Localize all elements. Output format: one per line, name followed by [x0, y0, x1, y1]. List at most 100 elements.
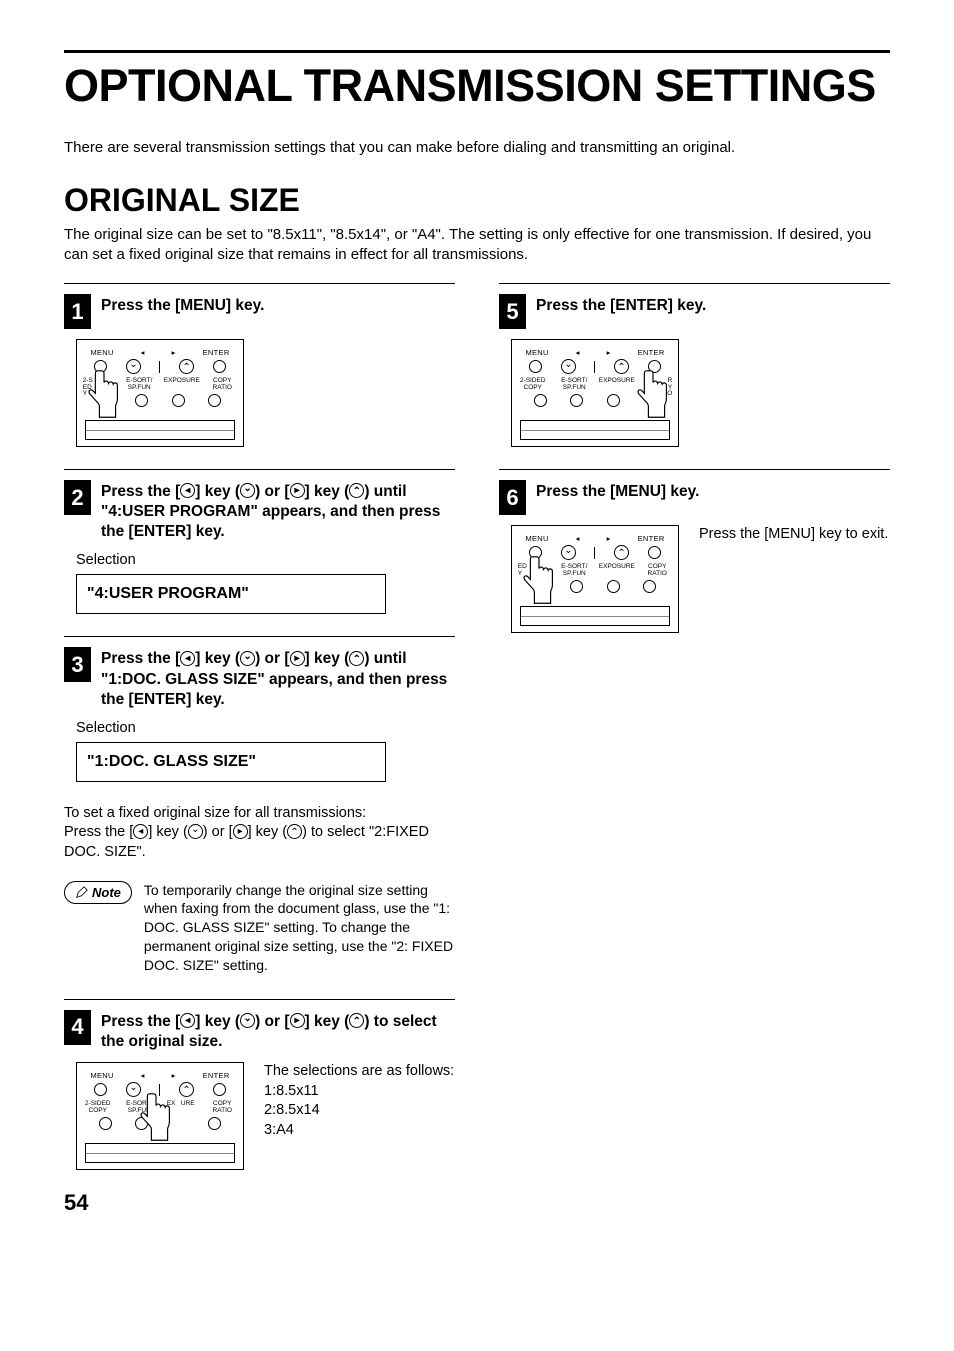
left-arrow-icon [180, 651, 195, 666]
arrow-left-icon: ◂ [141, 348, 145, 357]
step-number: 6 [499, 480, 526, 515]
step-number: 5 [499, 294, 526, 329]
step-4-body: MENU ◂ ▸ ENTER 2-SIDED COPY E-S [64, 1062, 455, 1170]
step-title: Press the [] key () or [] key () to sele… [101, 1010, 455, 1052]
label-enter: ENTER [638, 534, 665, 543]
note-text: To temporarily change the original size … [144, 881, 455, 975]
selection-option: 3:A4 [264, 1122, 294, 1138]
step-4: 4 Press the [] key () or [] key () to se… [64, 1010, 455, 1052]
selection-label: Selection [76, 720, 455, 736]
divider [64, 636, 455, 637]
button-icon [607, 580, 620, 593]
up-chevron-icon [349, 1013, 364, 1028]
left-button-icon [126, 1082, 141, 1097]
step-number: 1 [64, 294, 91, 329]
button-icon [643, 580, 656, 593]
enter-button-icon [648, 360, 661, 373]
label-copyratio: COPY RATIO [205, 1101, 239, 1114]
menu-button-icon [94, 1083, 107, 1096]
page-number: 54 [64, 1190, 455, 1216]
divider-icon [159, 361, 160, 373]
selection-option: 1:8.5x11 [264, 1083, 319, 1099]
button-icon [208, 394, 221, 407]
enter-button-icon [213, 360, 226, 373]
note-block: Note To temporarily change the original … [64, 881, 455, 975]
button-icon [135, 1117, 148, 1130]
up-chevron-icon [349, 651, 364, 666]
right-button-icon [179, 359, 194, 374]
step-3: 3 Press the [] key () or [] key () until… [64, 647, 455, 709]
label-menu: MENU [525, 534, 548, 543]
arrow-right-icon: ▸ [607, 534, 611, 543]
button-icon [570, 394, 583, 407]
label-frag: URE [181, 1100, 195, 1107]
note-badge: Note [64, 881, 132, 904]
intro-text: There are several transmission settings … [64, 139, 890, 156]
arrow-right-icon: ▸ [172, 1071, 176, 1080]
lcd-display-icon [520, 420, 670, 440]
step-6-body: MENU ◂ ▸ ENTER EDY E-SORT/ SP.F [499, 525, 890, 633]
down-chevron-icon [188, 824, 203, 839]
label-menu: MENU [90, 1071, 113, 1080]
label-enter: ENTER [203, 348, 230, 357]
left-column: 1 Press the [MENU] key. MENU ◂ ▸ ENTER [64, 283, 455, 1216]
step-title: Press the [] key () or [] key () until "… [101, 647, 455, 709]
menu-button-icon [529, 546, 542, 559]
step-5: 5 Press the [ENTER] key. [499, 294, 890, 329]
step-1: 1 Press the [MENU] key. [64, 294, 455, 329]
label-frag: Y [518, 570, 522, 577]
step-2: 2 Press the [] key () or [] key () until… [64, 480, 455, 542]
note-label: Note [92, 885, 121, 900]
top-rule [64, 50, 890, 53]
left-button-icon [561, 545, 576, 560]
button-icon [208, 1117, 221, 1130]
menu-button-icon [529, 360, 542, 373]
right-button-icon [179, 1082, 194, 1097]
label-2sided: 2-SIDED COPY [81, 1101, 115, 1114]
right-arrow-icon [290, 483, 305, 498]
pencil-icon [75, 886, 88, 899]
right-button-icon [614, 359, 629, 374]
enter-button-icon [213, 1083, 226, 1096]
up-chevron-icon [287, 824, 302, 839]
selection-option: 2:8.5x14 [264, 1102, 320, 1118]
step-6: 6 Press the [MENU] key. [499, 480, 890, 515]
label-frag: EX [167, 1100, 176, 1107]
button-icon [172, 394, 185, 407]
right-arrow-icon [290, 651, 305, 666]
label-esort: E-SORT/ SP.FUN [122, 1101, 156, 1114]
down-chevron-icon [240, 651, 255, 666]
control-panel: MENU ◂ ▸ ENTER 2-SIDED COPY E-S [76, 1062, 244, 1170]
button-icon [99, 1117, 112, 1130]
arrow-right-icon: ▸ [607, 348, 611, 357]
label-enter: ENTER [203, 1071, 230, 1080]
control-panel: MENU ◂ ▸ ENTER 2-SEDY E-SORT/ SP.FUN EXP… [76, 339, 244, 447]
panel-illustration: MENU ◂ ▸ ENTER 2-SEDY E-SORT/ SP.FUN EXP… [76, 339, 455, 447]
divider [64, 469, 455, 470]
enter-button-icon [648, 546, 661, 559]
arrow-left-icon: ◂ [141, 1071, 145, 1080]
right-arrow-icon [290, 1013, 305, 1028]
left-arrow-icon [180, 1013, 195, 1028]
menu-button-icon [94, 360, 107, 373]
label-menu: MENU [90, 348, 113, 357]
button-icon [135, 394, 148, 407]
exit-instruction: Press the [MENU] key to exit. [699, 525, 888, 545]
section-description: The original size can be set to "8.5x11"… [64, 225, 890, 266]
selection-label: Selection [76, 552, 455, 568]
fixed-size-note: To set a fixed original size for all tra… [64, 804, 455, 863]
right-arrow-icon [233, 824, 248, 839]
label-esort: E-SORT/ SP.FUN [557, 564, 591, 577]
control-panel: MENU ◂ ▸ ENTER EDY E-SORT/ SP.F [511, 525, 679, 633]
label-exposure: EXPOSURE [599, 564, 633, 577]
down-chevron-icon [240, 1013, 255, 1028]
lcd-display-icon [85, 420, 235, 440]
arrow-right-icon: ▸ [172, 348, 176, 357]
page-title: OPTIONAL TRANSMISSION SETTINGS [64, 61, 890, 111]
left-arrow-icon [180, 483, 195, 498]
section-heading: ORIGINAL SIZE [64, 182, 890, 219]
arrow-left-icon: ◂ [576, 534, 580, 543]
selections-intro: The selections are as follows: [264, 1063, 454, 1079]
left-button-icon [561, 359, 576, 374]
step-number: 3 [64, 647, 91, 682]
